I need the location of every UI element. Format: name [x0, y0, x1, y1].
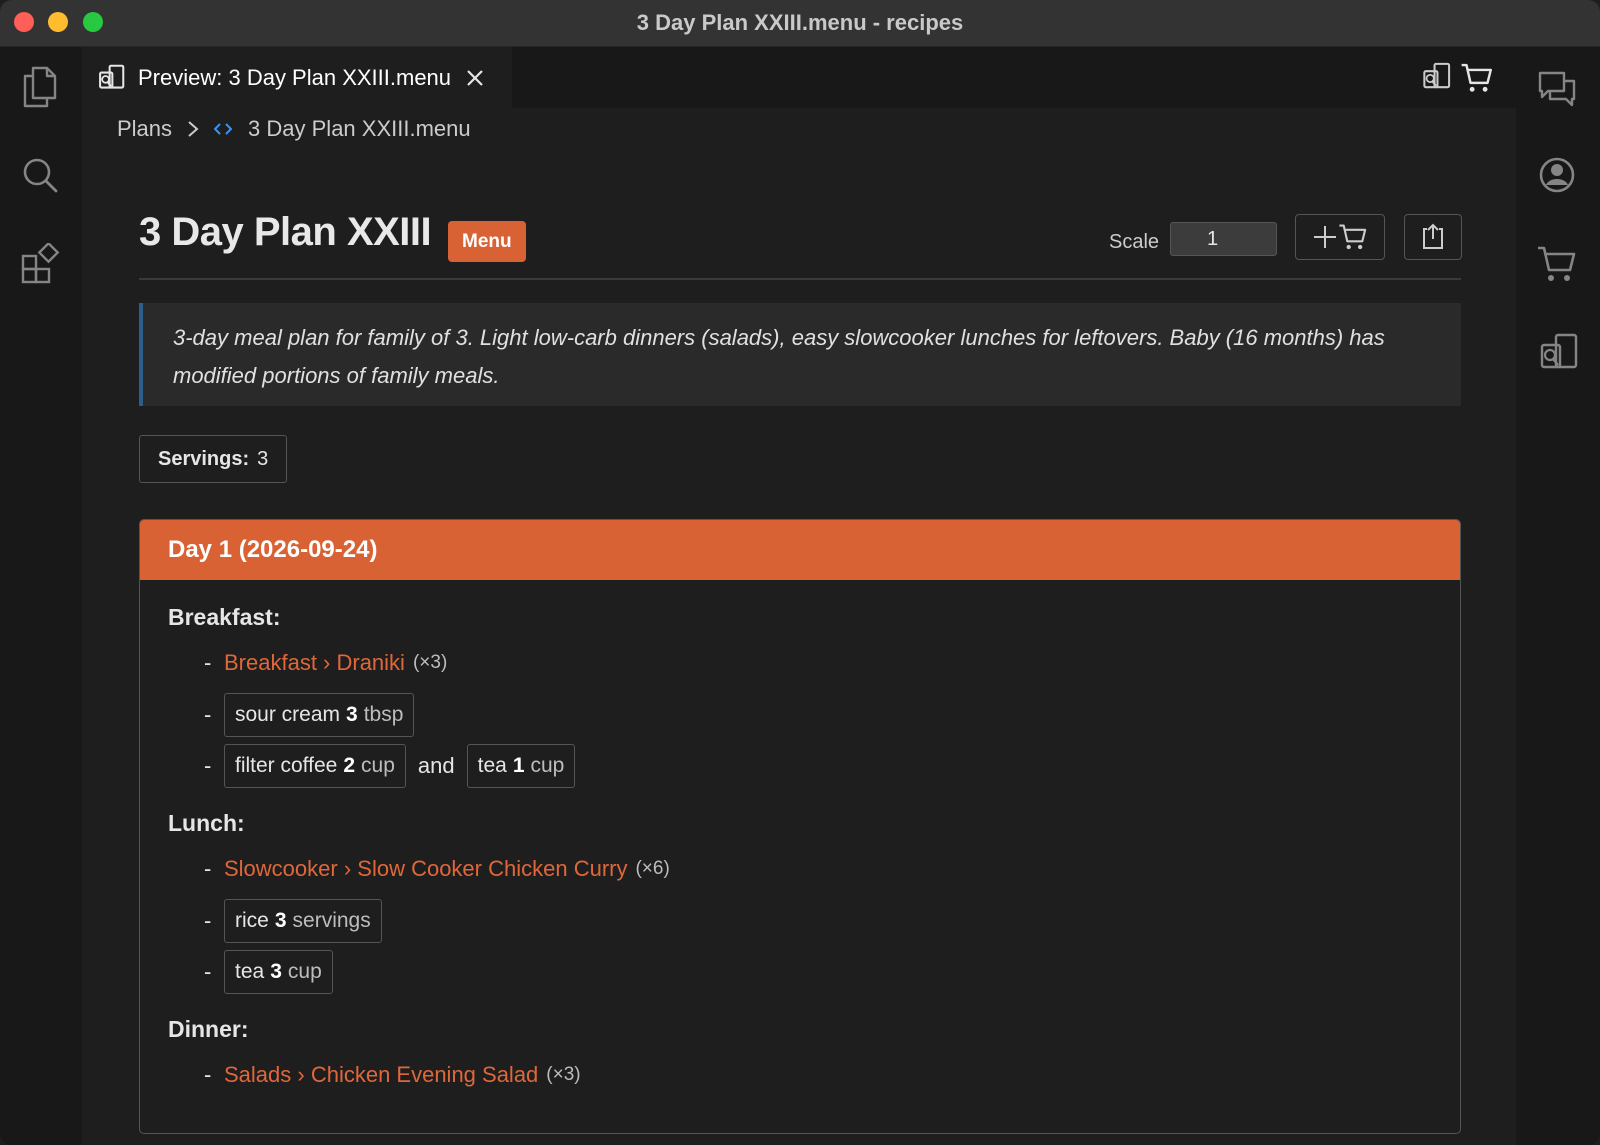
list-item: - sour cream 3 tbsp: [204, 693, 415, 737]
meal-label-dinner: Dinner:: [168, 1016, 249, 1042]
day-card: Day 1 (2026-09-24) Breakfast: - Breakfas…: [139, 519, 1461, 1134]
breadcrumb: Plans 3 Day Plan XXIII.menu: [117, 112, 471, 146]
activity-bar-right: [1516, 47, 1600, 1145]
list-item: - filter coffee 2 cup and tea 1 cup: [204, 744, 576, 788]
tab-preview[interactable]: Preview: 3 Day Plan XXIII.menu: [82, 47, 512, 108]
chevron-right-icon: [186, 120, 200, 138]
list-item: - Breakfast › Draniki (×3): [204, 650, 448, 676]
chat-icon[interactable]: [1536, 69, 1578, 109]
servings-label: Servings:: [158, 447, 250, 470]
files-icon[interactable]: [20, 65, 60, 109]
recipe-link[interactable]: Slowcooker › Slow Cooker Chicken Curry: [224, 856, 627, 882]
meal-label-lunch: Lunch:: [168, 810, 245, 836]
plus-icon: [1314, 226, 1336, 248]
preview-icon: [99, 64, 125, 89]
tab-strip: Preview: 3 Day Plan XXIII.menu: [82, 47, 1516, 108]
export-button[interactable]: [1404, 214, 1462, 260]
ingredient-chip: sour cream 3 tbsp: [224, 693, 415, 737]
close-icon[interactable]: [465, 68, 485, 88]
cart-icon[interactable]: [1536, 243, 1578, 285]
list-item: - Slowcooker › Slow Cooker Chicken Curry…: [204, 856, 670, 882]
recipe-link[interactable]: Salads › Chicken Evening Salad: [224, 1062, 538, 1088]
scale-input[interactable]: [1170, 222, 1277, 256]
window-title: 3 Day Plan XXIII.menu - recipes: [636, 10, 964, 35]
plan-description: 3-day meal plan for family of 3. Light l…: [139, 303, 1461, 406]
header-divider: [139, 278, 1461, 280]
recipe-link[interactable]: Breakfast › Draniki: [224, 650, 405, 676]
day-header: Day 1 (2026-09-24): [140, 520, 1460, 580]
recipe-multiplier: (×3): [412, 652, 448, 673]
ingredient-chip: tea 3 cup: [224, 950, 333, 994]
list-item: - rice 3 servings: [204, 899, 382, 943]
ingredient-chip: filter coffee 2 cup: [224, 744, 406, 788]
tab-label: Preview: 3 Day Plan XXIII.menu: [138, 64, 452, 90]
editor-actions: [1420, 61, 1494, 95]
page-title: 3 Day Plan XXIII: [139, 210, 432, 254]
servings-box: Servings: 3: [139, 435, 288, 483]
ingredient-joiner: and: [417, 753, 455, 778]
extensions-icon[interactable]: [20, 243, 60, 285]
code-file-icon: [214, 122, 233, 136]
servings-value: 3: [257, 447, 269, 470]
preview-icon[interactable]: [1536, 331, 1580, 375]
recipe-multiplier: (×3): [546, 1064, 581, 1085]
shopping-cart-icon[interactable]: [1460, 61, 1494, 95]
scale-label: Scale: [1109, 231, 1160, 253]
app-window: 3 Day Plan XXIII.menu - recipes Preview:…: [0, 0, 1600, 1145]
ingredient-chip: rice 3 servings: [224, 899, 382, 943]
export-icon: [1423, 223, 1443, 249]
breadcrumb-file[interactable]: 3 Day Plan XXIII.menu: [248, 116, 471, 142]
open-preview-icon[interactable]: [1420, 61, 1452, 93]
type-badge: Menu: [448, 221, 526, 262]
add-to-cart-button[interactable]: [1295, 214, 1385, 260]
meal-label-breakfast: Breakfast:: [168, 604, 281, 630]
menu-header: 3 Day Plan XXIII Menu Scale: [139, 210, 1462, 270]
breadcrumb-folder[interactable]: Plans: [117, 116, 172, 142]
activity-bar-left: [0, 47, 82, 1145]
recipe-multiplier: (×6): [635, 858, 670, 879]
account-icon[interactable]: [1537, 155, 1577, 195]
list-item: - Salads › Chicken Evening Salad (×3): [204, 1062, 581, 1088]
cart-icon: [1339, 224, 1367, 250]
list-item: - tea 3 cup: [204, 950, 333, 994]
search-icon[interactable]: [20, 155, 60, 195]
ingredient-chip: tea 1 cup: [466, 744, 576, 788]
title-bar: 3 Day Plan XXIII.menu - recipes: [0, 0, 1600, 47]
